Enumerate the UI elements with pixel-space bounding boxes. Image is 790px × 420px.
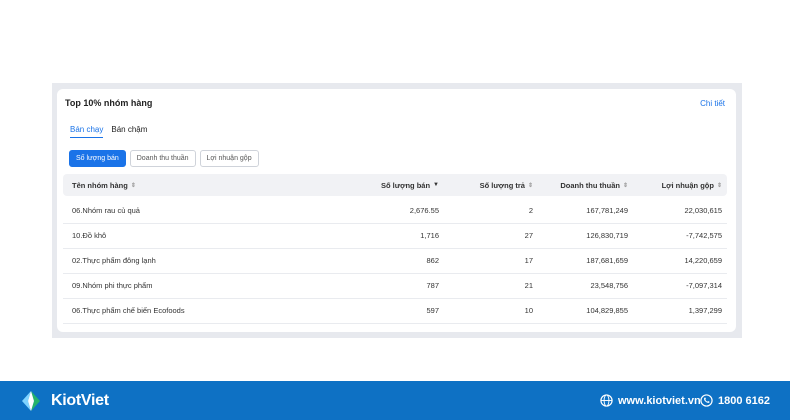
column-header-quantity-returned[interactable]: Số lượng trả ⇕ — [480, 174, 533, 196]
column-header-gross-profit[interactable]: Lợi nhuận gộp ⇕ — [662, 174, 722, 196]
tab-best-selling[interactable]: Bán chạy — [70, 125, 104, 138]
hotline-number[interactable]: 1800 6162 — [718, 395, 770, 407]
hotline-info: 1800 6162 — [700, 394, 770, 407]
cell-net-revenue: 23,548,756 — [590, 281, 628, 290]
cell-quantity-returned: 21 — [524, 281, 533, 290]
sort-icon: ⇕ — [527, 182, 533, 189]
sort-icon: ⇕ — [622, 182, 628, 189]
column-header-quantity-sold[interactable]: Số lượng bán ▼ — [381, 174, 439, 196]
cell-gross-profit: 1,397,299 — [688, 306, 722, 315]
cell-net-revenue: 187,681,659 — [586, 256, 628, 265]
cell-quantity-sold: 1,716 — [420, 231, 439, 240]
cell-quantity-sold: 862 — [426, 256, 439, 265]
table-row: 02.Thực phẩm đông lạnh 862 17 187,681,65… — [63, 248, 727, 274]
cell-gross-profit: 22,030,615 — [684, 206, 722, 215]
cell-group-name: 06.Thực phẩm chế biến Ecofoods — [72, 306, 185, 315]
quantity-sold-button[interactable]: Số lượng bán — [69, 150, 126, 167]
cell-quantity-sold: 2,676.55 — [409, 206, 439, 215]
footer-banner: KiotViet www.kiotviet.vn 1800 6162 — [0, 381, 790, 420]
table-header: Tên nhóm hàng ⇕ Số lượng bán ▼ Số lượng tr… — [63, 174, 727, 196]
net-revenue-button[interactable]: Doanh thu thuần — [129, 150, 196, 167]
table-row: 10.Đồ khô 1,716 27 126,830,719 -7,742,57… — [63, 223, 727, 249]
sort-icon: ⇕ — [130, 182, 136, 189]
card-title: Top 10% nhóm hàng — [65, 98, 153, 108]
sort-down-icon: ▼ — [433, 182, 439, 188]
table-row: 06.Thực phẩm chế biến Ecofoods 597 10 10… — [63, 298, 727, 324]
brand-name: KiotViet — [51, 392, 109, 409]
cell-group-name: 02.Thực phẩm đông lạnh — [72, 256, 156, 265]
detail-link[interactable]: Chi tiết — [700, 99, 725, 108]
table-row: 09.Nhóm phi thực phẩm 787 21 23,548,756 … — [63, 273, 727, 299]
cell-gross-profit: -7,742,575 — [686, 231, 722, 240]
column-header-group-name[interactable]: Tên nhóm hàng ⇕ — [72, 174, 136, 196]
cell-quantity-returned: 17 — [524, 256, 533, 265]
cell-group-name: 10.Đồ khô — [72, 231, 107, 240]
cell-quantity-returned: 10 — [524, 306, 533, 315]
phone-icon — [700, 394, 713, 407]
globe-icon — [600, 394, 613, 407]
metric-selector: Số lượng bán Doanh thu thuần Lợi nhuận g… — [69, 150, 259, 167]
table-row: 06.Nhóm rau củ quả 2,676.55 2 167,781,24… — [63, 198, 727, 224]
tab-slow-selling[interactable]: Bán chậm — [111, 125, 147, 138]
website-link[interactable]: www.kiotviet.vn — [618, 395, 701, 407]
kiotviet-logo-icon — [22, 391, 40, 411]
gross-profit-button[interactable]: Lợi nhuận gộp — [199, 150, 259, 167]
column-header-net-revenue[interactable]: Doanh thu thuần ⇕ — [560, 174, 628, 196]
cell-quantity-sold: 787 — [426, 281, 439, 290]
top-product-groups-card: Top 10% nhóm hàng Chi tiết Bán chạy Bán … — [57, 89, 736, 332]
cell-net-revenue: 104,829,855 — [586, 306, 628, 315]
cell-net-revenue: 126,830,719 — [586, 231, 628, 240]
sales-tabs: Bán chạy Bán chậm — [70, 125, 147, 138]
cell-group-name: 09.Nhóm phi thực phẩm — [72, 281, 153, 290]
cell-quantity-returned: 27 — [524, 231, 533, 240]
sort-icon: ⇕ — [716, 182, 722, 189]
cell-net-revenue: 167,781,249 — [586, 206, 628, 215]
cell-gross-profit: 14,220,659 — [684, 256, 722, 265]
cell-quantity-returned: 2 — [528, 206, 533, 215]
website-info: www.kiotviet.vn — [600, 394, 701, 407]
cell-quantity-sold: 597 — [426, 306, 439, 315]
cell-gross-profit: -7,097,314 — [686, 281, 722, 290]
cell-group-name: 06.Nhóm rau củ quả — [72, 206, 140, 215]
